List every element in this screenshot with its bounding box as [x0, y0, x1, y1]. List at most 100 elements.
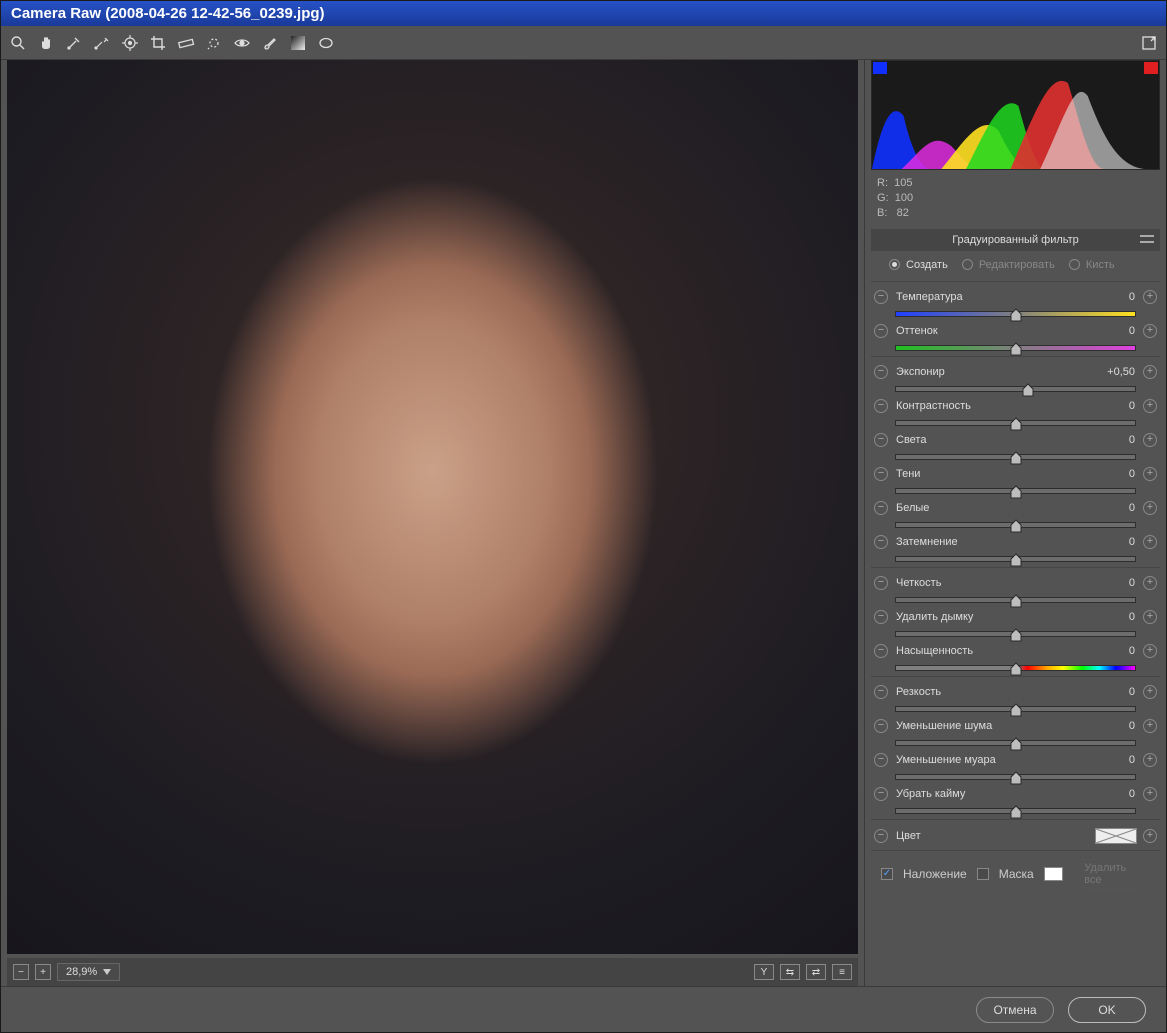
- minus-button[interactable]: −: [874, 576, 888, 590]
- zoom-in-button[interactable]: +: [35, 964, 51, 980]
- plus-button[interactable]: +: [1143, 290, 1157, 304]
- plus-button[interactable]: +: [1143, 644, 1157, 658]
- zoom-tool-icon[interactable]: [9, 34, 27, 52]
- slider-value[interactable]: +0,50: [1085, 366, 1137, 378]
- minus-button[interactable]: −: [874, 290, 888, 304]
- minus-button[interactable]: −: [874, 685, 888, 699]
- mask-checkbox[interactable]: [977, 868, 989, 880]
- plus-button[interactable]: +: [1143, 576, 1157, 590]
- clear-all-button[interactable]: Удалить все: [1073, 859, 1150, 889]
- slider-thumb[interactable]: [1010, 485, 1022, 499]
- slider-thumb[interactable]: [1010, 553, 1022, 567]
- slider-track[interactable]: [895, 386, 1136, 392]
- preferences-icon[interactable]: [1140, 34, 1158, 52]
- white-balance-tool-icon[interactable]: [65, 34, 83, 52]
- redeye-tool-icon[interactable]: [233, 34, 251, 52]
- histogram[interactable]: [871, 60, 1160, 170]
- window-titlebar[interactable]: Camera Raw (2008-04-26 12-42-56_0239.jpg…: [1, 1, 1166, 26]
- minus-button[interactable]: −: [874, 324, 888, 338]
- graduated-filter-tool-icon[interactable]: [289, 34, 307, 52]
- slider-value[interactable]: 0: [1085, 400, 1137, 412]
- crop-tool-icon[interactable]: [149, 34, 167, 52]
- slider-thumb[interactable]: [1010, 417, 1022, 431]
- radial-filter-tool-icon[interactable]: [317, 34, 335, 52]
- slider-value[interactable]: 0: [1085, 325, 1137, 337]
- cancel-button[interactable]: Отмена: [976, 997, 1054, 1023]
- slider-thumb[interactable]: [1010, 628, 1022, 642]
- color-sampler-tool-icon[interactable]: [93, 34, 111, 52]
- swap-button[interactable]: ⇆: [780, 964, 800, 980]
- plus-button[interactable]: +: [1143, 467, 1157, 481]
- plus-button[interactable]: +: [1143, 685, 1157, 699]
- mode-create-radio[interactable]: Создать: [889, 259, 948, 271]
- ok-button[interactable]: OK: [1068, 997, 1146, 1023]
- slider-thumb[interactable]: [1022, 383, 1034, 397]
- plus-button[interactable]: +: [1143, 501, 1157, 515]
- image-preview[interactable]: [7, 60, 858, 954]
- slider-thumb[interactable]: [1010, 805, 1022, 819]
- plus-button[interactable]: +: [1143, 324, 1157, 338]
- plus-button[interactable]: +: [1143, 719, 1157, 733]
- slider-value[interactable]: 0: [1085, 720, 1137, 732]
- plus-button[interactable]: +: [1143, 399, 1157, 413]
- spot-removal-tool-icon[interactable]: [205, 34, 223, 52]
- slider-thumb[interactable]: [1010, 594, 1022, 608]
- hand-tool-icon[interactable]: [37, 34, 55, 52]
- mode-brush-radio[interactable]: Кисть: [1069, 259, 1115, 271]
- adjustment-brush-tool-icon[interactable]: [261, 34, 279, 52]
- plus-button[interactable]: +: [1143, 753, 1157, 767]
- targeted-adjustment-tool-icon[interactable]: [121, 34, 139, 52]
- slider-thumb[interactable]: [1010, 519, 1022, 533]
- slider-value[interactable]: 0: [1085, 686, 1137, 698]
- slider-value[interactable]: 0: [1085, 754, 1137, 766]
- copy-settings-button[interactable]: ⇄: [806, 964, 826, 980]
- slider-thumb[interactable]: [1010, 771, 1022, 785]
- minus-button[interactable]: −: [874, 467, 888, 481]
- mask-color-swatch[interactable]: [1044, 867, 1064, 881]
- slider-value[interactable]: 0: [1085, 788, 1137, 800]
- slider-label: Оттенок: [894, 325, 1079, 337]
- minus-button[interactable]: −: [874, 501, 888, 515]
- minus-button[interactable]: −: [874, 535, 888, 549]
- plus-button[interactable]: +: [1143, 610, 1157, 624]
- slider-thumb[interactable]: [1010, 342, 1022, 356]
- mode-edit-radio[interactable]: Редактировать: [962, 259, 1055, 271]
- minus-button[interactable]: −: [874, 399, 888, 413]
- minus-button[interactable]: −: [874, 644, 888, 658]
- slider-value[interactable]: 0: [1085, 434, 1137, 446]
- slider-value[interactable]: 0: [1085, 645, 1137, 657]
- zoom-out-button[interactable]: −: [13, 964, 29, 980]
- slider-thumb[interactable]: [1010, 703, 1022, 717]
- slider-value[interactable]: 0: [1085, 468, 1137, 480]
- slider-thumb[interactable]: [1010, 662, 1022, 676]
- slider-thumb[interactable]: [1010, 308, 1022, 322]
- straighten-tool-icon[interactable]: [177, 34, 195, 52]
- slider-dehaze: −Удалить дымку0+: [871, 608, 1160, 642]
- slider-value[interactable]: 0: [1085, 577, 1137, 589]
- toggle-view-button[interactable]: ≡: [832, 964, 852, 980]
- plus-button[interactable]: +: [1143, 535, 1157, 549]
- compare-y-button[interactable]: Y: [754, 964, 774, 980]
- plus-button[interactable]: +: [1143, 787, 1157, 801]
- slider-thumb[interactable]: [1010, 451, 1022, 465]
- zoom-level-dropdown[interactable]: 28,9%: [57, 963, 120, 981]
- slider-value[interactable]: 0: [1085, 291, 1137, 303]
- slider-value[interactable]: 0: [1085, 611, 1137, 623]
- minus-button[interactable]: −: [874, 433, 888, 447]
- minus-button[interactable]: −: [874, 753, 888, 767]
- minus-button[interactable]: −: [874, 719, 888, 733]
- plus-button[interactable]: +: [1143, 433, 1157, 447]
- slider-value[interactable]: 0: [1085, 536, 1137, 548]
- minus-button[interactable]: −: [874, 787, 888, 801]
- plus-button[interactable]: +: [1143, 829, 1157, 843]
- overlay-checkbox[interactable]: [881, 868, 893, 880]
- panel-menu-icon[interactable]: [1140, 233, 1154, 245]
- plus-button[interactable]: +: [1143, 365, 1157, 379]
- minus-button[interactable]: −: [874, 365, 888, 379]
- slider-thumb[interactable]: [1010, 737, 1022, 751]
- minus-button[interactable]: −: [874, 610, 888, 624]
- slider-value[interactable]: 0: [1085, 502, 1137, 514]
- minus-button[interactable]: −: [874, 829, 888, 843]
- color-row: −Цвет+: [871, 826, 1160, 850]
- color-picker-swatch[interactable]: [1095, 828, 1137, 844]
